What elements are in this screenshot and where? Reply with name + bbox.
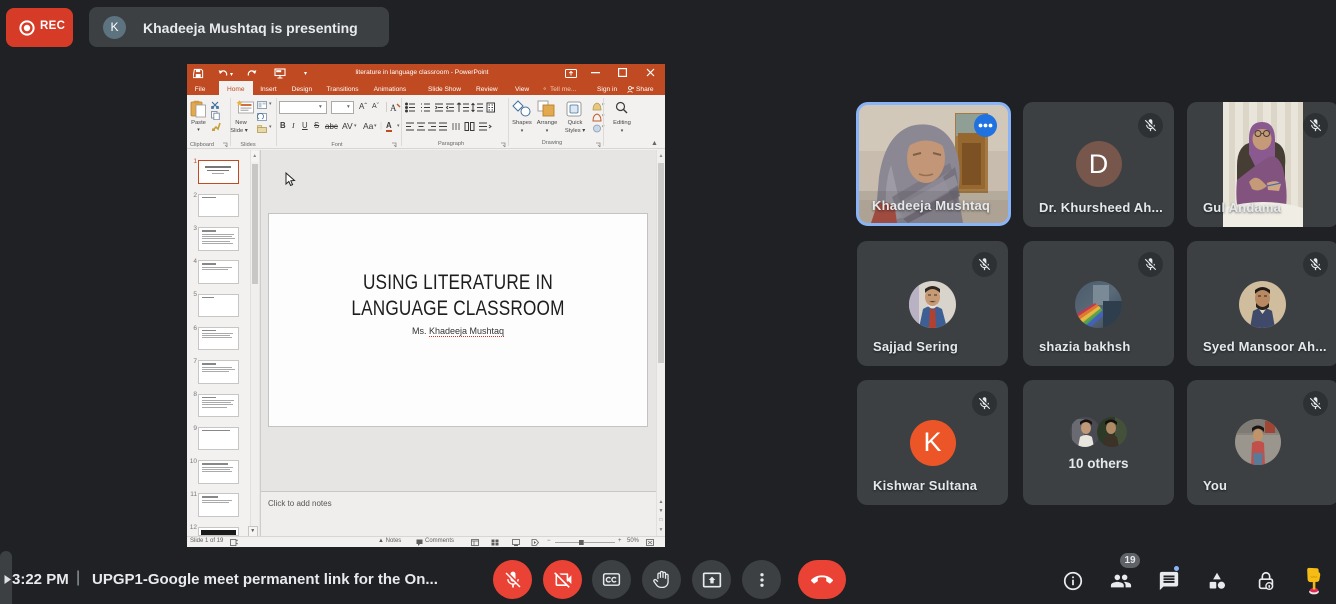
svg-text:A: A — [390, 103, 397, 113]
